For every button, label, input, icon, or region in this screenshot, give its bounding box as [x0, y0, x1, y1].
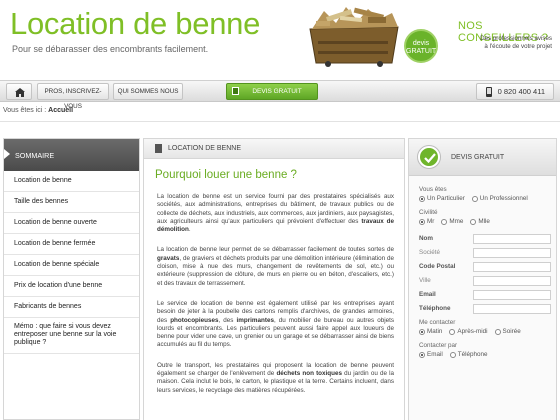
email-label: Email [419, 291, 436, 298]
sommaire-item-taille-des-bennes[interactable]: Taille des bennes [4, 192, 139, 213]
nom-label: Nom [419, 235, 433, 242]
breadcrumb-accueil-link[interactable]: Accueil [48, 107, 73, 114]
content-tab: LOCATION DE BENNE [144, 139, 404, 159]
email-input[interactable] [473, 289, 551, 300]
devis-form: Vous êtes Un Particulier Un Professionne… [409, 176, 556, 358]
mme-radio[interactable] [441, 218, 448, 225]
nom-input[interactable] [473, 233, 551, 244]
site-tagline: Pour se débarasser des encombrants facil… [12, 44, 209, 54]
sommaire-item-benne-speciale[interactable]: Location de benne spéciale [4, 255, 139, 276]
divider [0, 121, 560, 122]
nav-pros-inscrivez-vous[interactable]: PROS, INSCRIVEZ-VOUS [37, 83, 109, 110]
apres-midi-radio[interactable] [449, 328, 456, 335]
article-heading: Pourquoi louer une benne ? [155, 169, 297, 181]
checkmark-icon [418, 146, 440, 168]
devis-form-panel: DEVIS GRATUIT Vous êtes Un Particulier U… [408, 138, 557, 420]
paragraph-3: Le service de location de benne est égal… [157, 299, 394, 349]
sommaire-item-benne-fermee[interactable]: Location de benne fermée [4, 234, 139, 255]
form-icon [232, 87, 239, 95]
particulier-radio[interactable] [419, 195, 425, 202]
devis-gratuit-badge[interactable]: devis GRATUIT [404, 29, 438, 63]
professionnel-radio[interactable] [471, 195, 478, 202]
sommaire-item-benne-ouverte[interactable]: Location de benne ouverte [4, 213, 139, 234]
conseillers-subtitle: Des professionnels avisés à l'écoute de … [480, 35, 552, 50]
vous-etes-label: Vous êtes [419, 186, 447, 193]
sommaire-item-fabricants[interactable]: Fabricants de bennes [4, 297, 139, 318]
phone-icon [486, 87, 492, 97]
mlle-radio[interactable] [470, 218, 477, 225]
societe-input[interactable] [473, 247, 551, 258]
mr-radio[interactable] [419, 218, 425, 225]
sommaire-item-location-de-benne[interactable]: Location de benne [4, 171, 139, 192]
telephone-input[interactable] [473, 303, 551, 314]
matin-radio[interactable] [419, 328, 425, 335]
nav-devis-gratuit-button[interactable]: DEVIS GRATUIT [226, 83, 318, 100]
paragraph-4: Outre le transport, les prestataires qui… [157, 361, 395, 394]
home-icon [15, 88, 25, 97]
nav-qui-sommes-nous[interactable]: QUI SOMMES NOUS [113, 83, 183, 100]
home-button[interactable] [6, 83, 32, 100]
breadcrumb: Vous êtes ici : Accueil [3, 107, 74, 114]
societe-label: Société [419, 249, 441, 256]
me-contacter-label: Me contacter [419, 319, 456, 326]
telephone-label: Téléphone [419, 305, 451, 312]
paragraph-2: La location de benne leur permet de se d… [157, 246, 394, 287]
soiree-radio[interactable] [494, 328, 501, 335]
ville-input[interactable] [473, 275, 551, 286]
contacter-par-label: Contacter par [419, 342, 458, 349]
sommaire-item-prix-location[interactable]: Prix de location d'une benne [4, 276, 139, 297]
devis-form-title: DEVIS GRATUIT [451, 154, 505, 161]
civilite-label: Civilité [419, 209, 438, 216]
site-title[interactable]: Location de benne [10, 6, 260, 42]
sommaire-item-memo-voie-publique[interactable]: Mémo : que faire si vous devez entrepose… [4, 318, 139, 354]
site-header: Location de benne Pour se débarasser des… [0, 0, 560, 78]
ville-label: Ville [419, 277, 431, 284]
paragraph-1: La location de benne est un service four… [157, 193, 395, 234]
contact-email-radio[interactable] [419, 351, 425, 358]
dumpster-image [309, 7, 399, 67]
sommaire-title: SOMMAIRE [4, 139, 139, 171]
sommaire-sidebar: SOMMAIRE Location de benne Taille des be… [3, 138, 140, 420]
main-content: LOCATION DE BENNE Pourquoi louer une ben… [143, 138, 405, 420]
document-icon [155, 144, 162, 153]
main-navigation: PROS, INSCRIVEZ-VOUS QUI SOMMES NOUS DEV… [0, 80, 560, 110]
code-postal-label: Code Postal [419, 263, 456, 270]
code-postal-input[interactable] [473, 261, 551, 272]
phone-number[interactable]: 0 820 400 411 [476, 83, 554, 100]
contact-telephone-radio[interactable] [449, 351, 456, 358]
devis-form-header: DEVIS GRATUIT [409, 139, 556, 176]
